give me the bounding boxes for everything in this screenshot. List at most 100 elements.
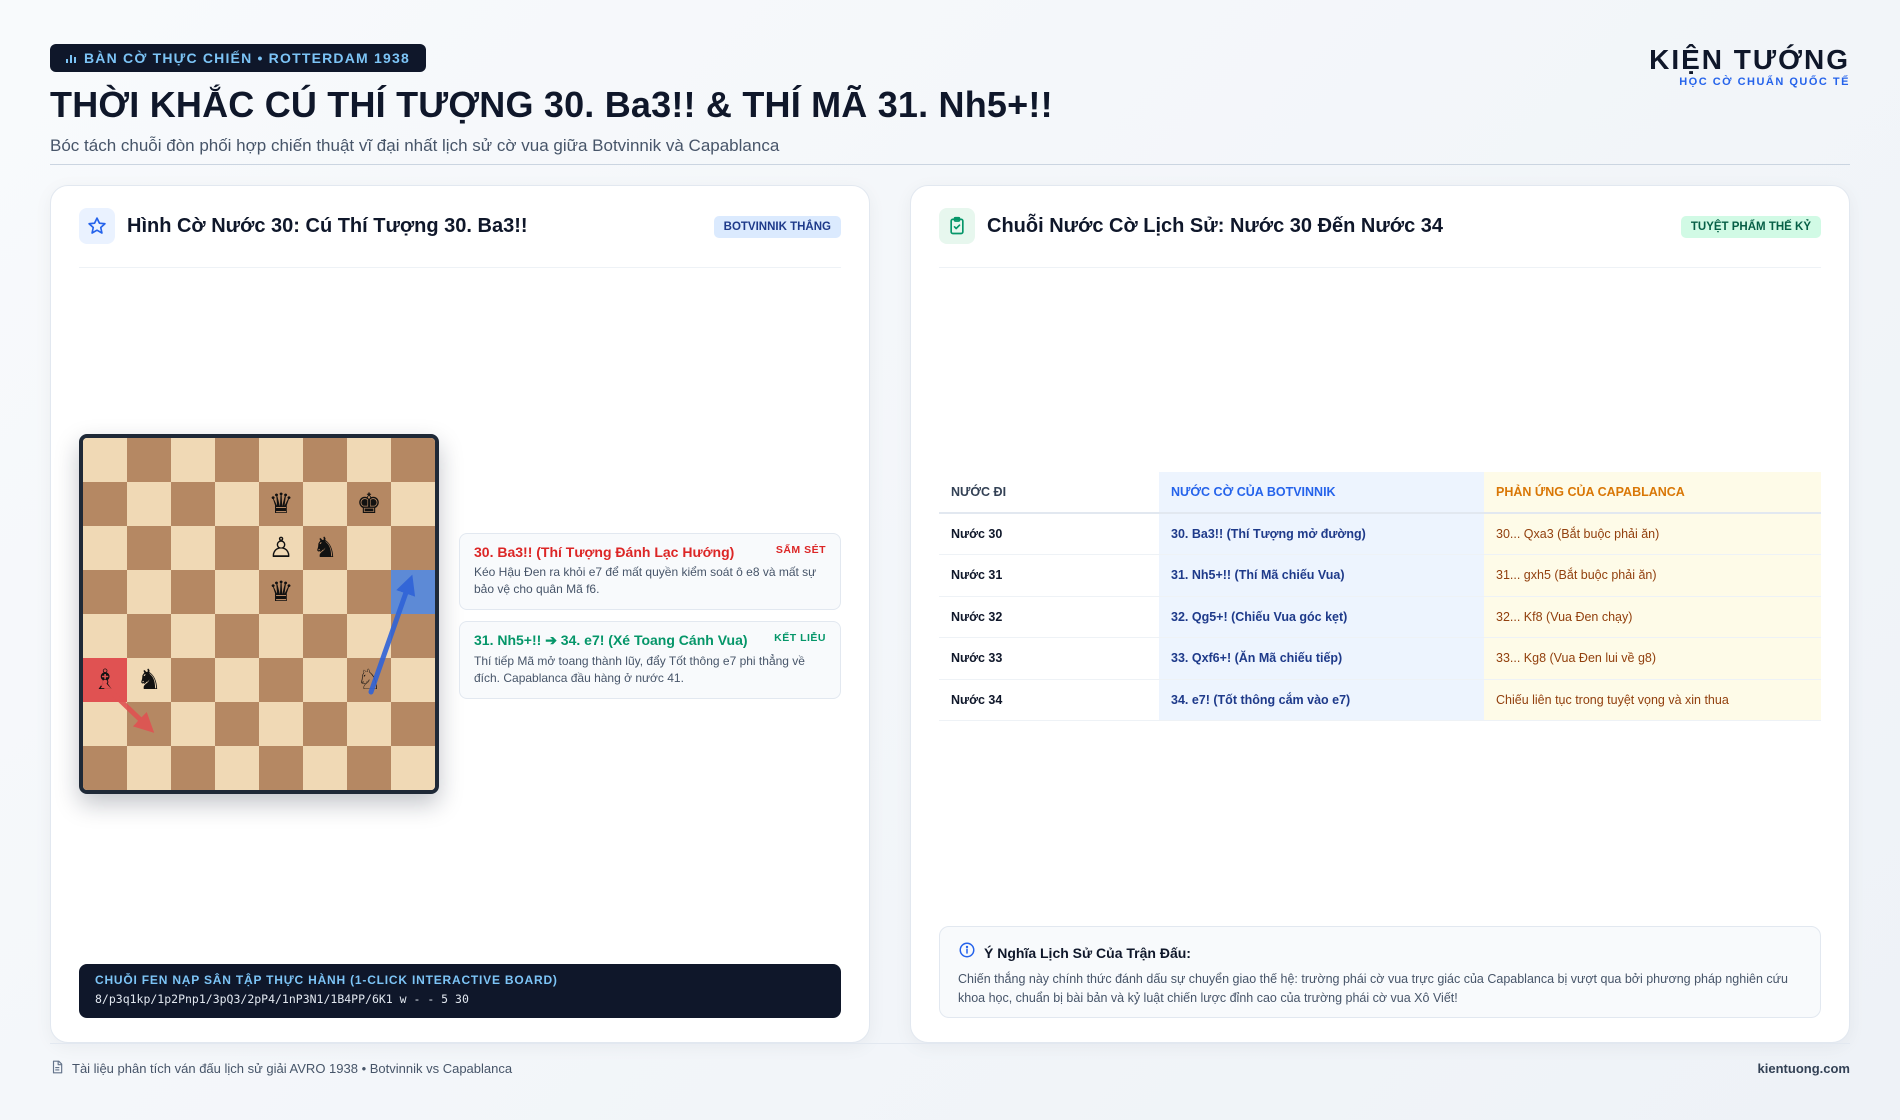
square-h1[interactable] (391, 746, 435, 790)
bar-chart-icon (66, 53, 76, 63)
square-f1[interactable] (303, 746, 347, 790)
square-e3[interactable] (259, 658, 303, 702)
moves-card-title: Chuỗi Nước Cờ Lịch Sử: Nước 30 Đến Nước … (987, 215, 1443, 237)
square-g3[interactable]: ♘ (347, 658, 391, 702)
square-f7[interactable] (303, 482, 347, 526)
header-divider (50, 164, 1850, 165)
header-tag: BÀN CỜ THỰC CHIẾN • ROTTERDAM 1938 (50, 44, 426, 72)
square-b1[interactable] (127, 746, 171, 790)
note-title: 30. Ba3!! (Thí Tượng Đánh Lạc Hướng) (474, 544, 735, 560)
square-e5[interactable]: ♛ (259, 570, 303, 614)
square-a2[interactable] (83, 702, 127, 746)
square-a4[interactable] (83, 614, 127, 658)
white-move: 31. Nh5+!! (Thí Mã chiếu Vua) (1159, 554, 1484, 597)
square-b5[interactable] (127, 570, 171, 614)
square-a8[interactable] (83, 438, 127, 482)
board-card-title: Hình Cờ Nước 30: Cú Thí Tượng 30. Ba3!! (127, 215, 528, 237)
square-e2[interactable] (259, 702, 303, 746)
square-d7[interactable] (215, 482, 259, 526)
black-move: 33... Kg8 (Vua Đen lui về g8) (1484, 637, 1821, 680)
square-d8[interactable] (215, 438, 259, 482)
square-c1[interactable] (171, 746, 215, 790)
table-row: Nước 33 33. Qxf6+! (Ăn Mã chiếu tiếp) 33… (939, 637, 1821, 680)
square-f2[interactable] (303, 702, 347, 746)
square-a5[interactable] (83, 570, 127, 614)
black-move: Chiếu liên tục trong tuyệt vọng và xin t… (1484, 679, 1821, 721)
square-g7[interactable]: ♚ (347, 482, 391, 526)
square-d4[interactable] (215, 614, 259, 658)
square-d6[interactable] (215, 526, 259, 570)
square-g5[interactable] (347, 570, 391, 614)
square-f3[interactable] (303, 658, 347, 702)
square-h7[interactable] (391, 482, 435, 526)
col-header-capablanca: PHẢN ỨNG CỦA CAPABLANCA (1484, 472, 1821, 514)
square-e1[interactable] (259, 746, 303, 790)
square-d1[interactable] (215, 746, 259, 790)
historical-meaning-box: Ý Nghĩa Lịch Sử Của Trận Đấu: Chiến thắn… (939, 926, 1821, 1018)
square-c2[interactable] (171, 702, 215, 746)
square-e6[interactable]: ♙ (259, 526, 303, 570)
square-f4[interactable] (303, 614, 347, 658)
square-b4[interactable] (127, 614, 171, 658)
square-a6[interactable] (83, 526, 127, 570)
square-h8[interactable] (391, 438, 435, 482)
square-a3[interactable]: ♗ (83, 658, 127, 702)
chess-board[interactable]: ♛ ♚ ♙ ♞ ♛ ♗ ♞ ♘ (79, 434, 439, 794)
square-c4[interactable] (171, 614, 215, 658)
table-row: Nước 31 31. Nh5+!! (Thí Mã chiếu Vua) 31… (939, 554, 1821, 597)
square-f6[interactable]: ♞ (303, 526, 347, 570)
header-tag-text: BÀN CỜ THỰC CHIẾN • ROTTERDAM 1938 (84, 50, 410, 66)
square-b3[interactable]: ♞ (127, 658, 171, 702)
square-c7[interactable] (171, 482, 215, 526)
square-f8[interactable] (303, 438, 347, 482)
square-c8[interactable] (171, 438, 215, 482)
square-h2[interactable] (391, 702, 435, 746)
square-c5[interactable] (171, 570, 215, 614)
moves-card-header: Chuỗi Nước Cờ Lịch Sử: Nước 30 Đến Nước … (939, 208, 1821, 268)
square-g2[interactable] (347, 702, 391, 746)
square-g8[interactable] (347, 438, 391, 482)
square-a7[interactable] (83, 482, 127, 526)
fen-box[interactable]: CHUỖI FEN NẠP SÂN TẬP THỰC HÀNH (1-CLICK… (79, 964, 841, 1018)
square-c3[interactable] (171, 658, 215, 702)
brand-name: KIỆN TƯỚNG (1649, 44, 1850, 75)
square-e4[interactable] (259, 614, 303, 658)
square-g6[interactable] (347, 526, 391, 570)
square-b2[interactable] (127, 702, 171, 746)
square-a1[interactable] (83, 746, 127, 790)
square-h4[interactable] (391, 614, 435, 658)
col-header-move: NƯỚC ĐI (939, 472, 1159, 514)
square-c6[interactable] (171, 526, 215, 570)
square-h6[interactable] (391, 526, 435, 570)
square-h3[interactable] (391, 658, 435, 702)
square-d5[interactable] (215, 570, 259, 614)
square-d2[interactable] (215, 702, 259, 746)
result-badge: BOTVINNIK THẮNG (713, 216, 841, 238)
fen-string[interactable]: 8/p3q1kp/1p2Pnp1/3pQ3/2pP4/1nP3N1/1B4PP/… (95, 992, 825, 1006)
square-g4[interactable] (347, 614, 391, 658)
square-b6[interactable] (127, 526, 171, 570)
table-row: Nước 32 32. Qg5+! (Chiếu Vua góc kẹt) 32… (939, 596, 1821, 638)
move-number: Nước 31 (939, 554, 1159, 597)
white-move: 32. Qg5+! (Chiếu Vua góc kẹt) (1159, 596, 1484, 638)
square-e8[interactable] (259, 438, 303, 482)
move-number: Nước 32 (939, 596, 1159, 638)
square-h5[interactable] (391, 570, 435, 614)
square-d3[interactable] (215, 658, 259, 702)
board-card: Hình Cờ Nước 30: Cú Thí Tượng 30. Ba3!! … (50, 185, 870, 1043)
page-header: BÀN CỜ THỰC CHIẾN • ROTTERDAM 1938 THỜI … (50, 44, 1850, 164)
square-b8[interactable] (127, 438, 171, 482)
square-g1[interactable] (347, 746, 391, 790)
square-e7[interactable]: ♛ (259, 482, 303, 526)
footer-website-link[interactable]: kientuong.com (1758, 1061, 1850, 1076)
square-f5[interactable] (303, 570, 347, 614)
footer-source: Tài liệu phân tích ván đấu lịch sử giải … (72, 1061, 513, 1076)
white-move: 33. Qxf6+! (Ăn Mã chiếu tiếp) (1159, 637, 1484, 680)
move-number: Nước 34 (939, 679, 1159, 721)
footer-divider (50, 1043, 1850, 1044)
square-b7[interactable] (127, 482, 171, 526)
meaning-title: Ý Nghĩa Lịch Sử Của Trận Đấu: (984, 944, 1191, 961)
table-header-row: NƯỚC ĐI NƯỚC CỜ CỦA BOTVINNIK PHẢN ỨNG C… (939, 472, 1821, 514)
moves-card: Chuỗi Nước Cờ Lịch Sử: Nước 30 Đến Nước … (910, 185, 1850, 1043)
brand-logo[interactable]: KIỆN TƯỚNG HỌC CỜ CHUẨN QUỐC TẾ (1649, 44, 1850, 88)
